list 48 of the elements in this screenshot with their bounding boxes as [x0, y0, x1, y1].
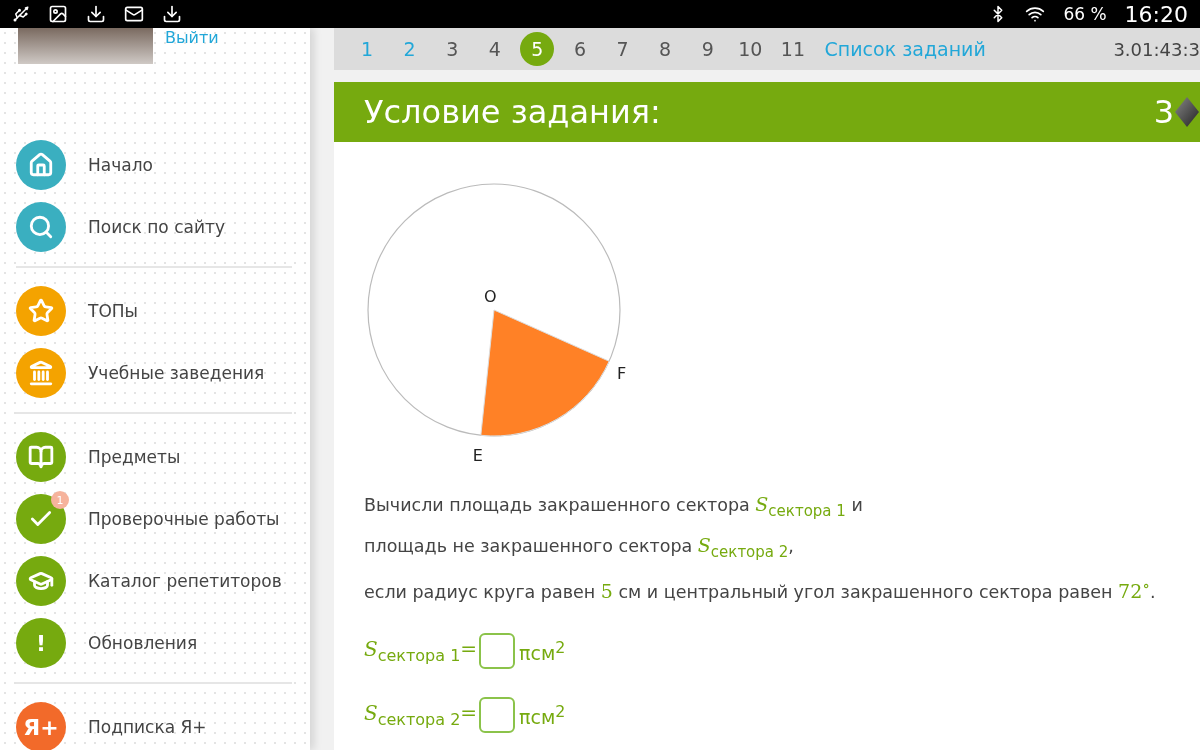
task-number-tab[interactable]: 7 [605, 32, 640, 67]
task-number-tab[interactable]: 6 [562, 32, 597, 67]
download-icon [162, 4, 182, 24]
task-number-tab[interactable]: 9 [690, 32, 725, 67]
menu-item[interactable]: Подписка Я+ [88, 717, 207, 737]
menu-item[interactable]: ТОПы [88, 301, 138, 321]
search-icon [28, 214, 54, 240]
task-number-tab[interactable]: 4 [477, 32, 512, 67]
timer: 3.01:43:3 [1113, 38, 1200, 60]
answer-box[interactable] [479, 633, 516, 669]
notification-badge: 1 [51, 491, 69, 509]
task-number-tab[interactable]: 8 [648, 32, 683, 67]
points: 3 [1153, 93, 1174, 132]
problem-text: площадь не закрашенного сектора S$_{сектора 2}$, [364, 532, 795, 563]
menu-item[interactable]: Учебные заведения [88, 363, 265, 383]
task-number-tab[interactable]: 3 [435, 32, 470, 67]
problem-text: Вычисли площадь закрашенного сектора S$_{сектора 1}$ и [364, 492, 864, 522]
icon-glyph: Я+ [23, 714, 59, 740]
task-number-tab[interactable]: 11 [775, 32, 810, 67]
menu-item[interactable]: Каталог репетиторов [88, 571, 282, 591]
problem-text: если радиус круга равен 5 см и центральный угол закрашенного сектора равен 72$^{∘}$. [364, 574, 1157, 604]
menu-item[interactable]: Обновления [88, 633, 198, 653]
battery-percent: 66 % [1063, 4, 1107, 24]
task-number-tab[interactable]: 5 [520, 32, 555, 67]
formula-label: S$_{сектора 2}$= [364, 701, 478, 729]
formula-label: S$_{сектора 1}$= [364, 637, 478, 665]
icon-glyph: ! [35, 630, 46, 656]
unit-text: πсм$^{2}$ [519, 637, 566, 665]
task-number-tab[interactable]: 10 [733, 32, 768, 67]
mail-icon [124, 4, 144, 24]
unit-text: πсм$^{2}$ [519, 701, 566, 729]
menu-item[interactable]: Проверочные работы [88, 509, 280, 529]
task-title: Условие задания: [364, 93, 661, 132]
image-icon [48, 4, 68, 24]
menu-item[interactable]: Начало [88, 155, 153, 175]
logout-link[interactable]: Выйти [165, 28, 219, 47]
answer-box[interactable] [479, 697, 516, 733]
school-icon [28, 360, 54, 386]
download-icon [86, 4, 106, 24]
usb-icon [12, 5, 30, 23]
wifi-icon [1025, 4, 1046, 24]
star-icon [28, 298, 54, 324]
clock-time: 16:20 [1124, 1, 1188, 27]
menu-item[interactable]: Предметы [88, 447, 181, 467]
home-icon [28, 152, 54, 178]
book-icon [28, 444, 54, 470]
menu-item[interactable]: Поиск по сайту [88, 217, 225, 237]
diamond-icon [1174, 96, 1200, 129]
